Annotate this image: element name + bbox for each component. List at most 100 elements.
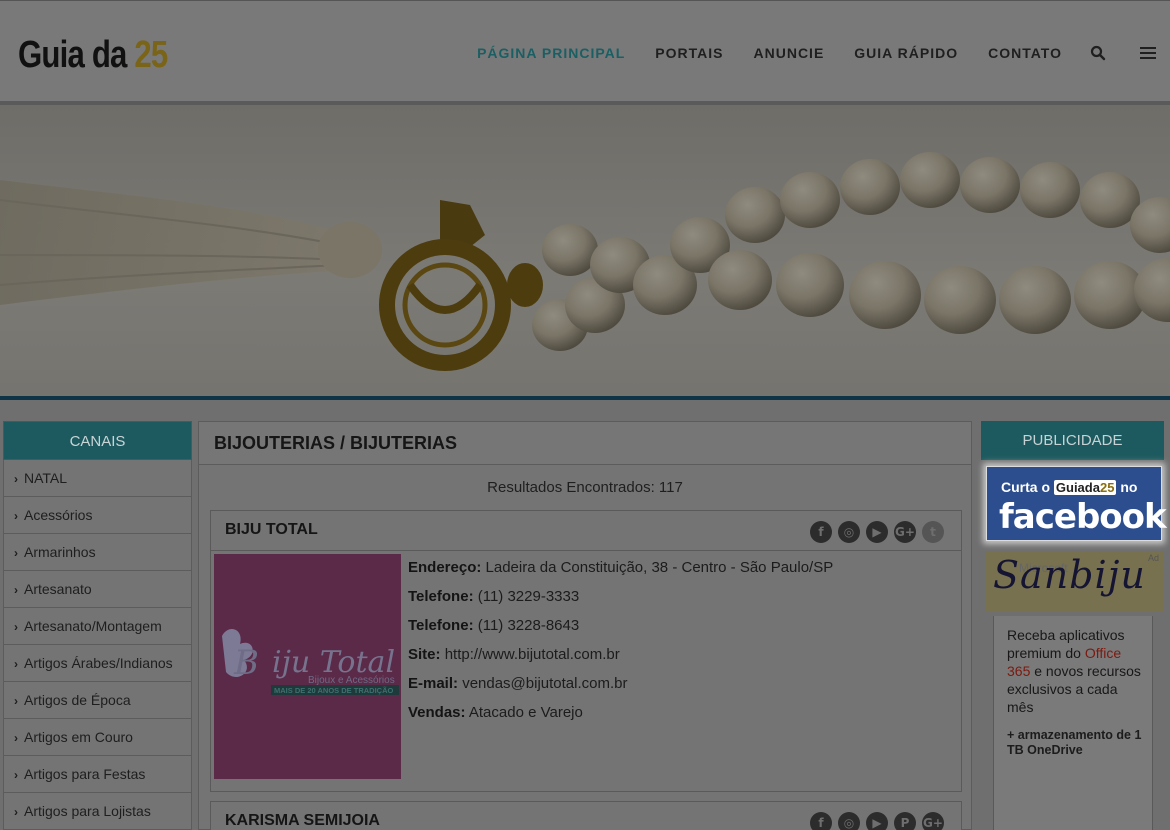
pearl-necklace-image xyxy=(0,105,1170,396)
chevron-right-icon: › xyxy=(14,657,18,671)
sidebar-item-artigos-festas[interactable]: › Artigos para Festas xyxy=(3,756,192,793)
site-header: Guia da 25 PÁGINA PRINCIPAL PORTAIS ANUN… xyxy=(0,0,1170,101)
chevron-right-icon: › xyxy=(14,472,18,486)
chevron-right-icon: › xyxy=(14,768,18,782)
sidebar-item-artesanato[interactable]: › Artesanato xyxy=(3,571,192,608)
facebook-icon[interactable]: f xyxy=(810,521,832,543)
search-icon[interactable] xyxy=(1090,45,1106,61)
banner-brand: Guiada25 xyxy=(1053,480,1117,495)
office-ad-text: Receba aplicativos premium do Office 365… xyxy=(1007,626,1147,716)
instagram-icon[interactable]: ◎ xyxy=(838,521,860,543)
advertising-title: PUBLICIDADE xyxy=(981,421,1164,460)
sidebar-item-natal[interactable]: › NATAL xyxy=(3,460,192,497)
sidebar-item-artigos-lojistas[interactable]: › Artigos para Lojistas xyxy=(3,793,192,830)
sidebar-item-label: Artigos para Festas xyxy=(24,766,146,782)
field-label: Endereço: xyxy=(408,559,482,576)
nav-pagina-principal[interactable]: PÁGINA PRINCIPAL xyxy=(477,45,625,61)
listing-panel: BIJOUTERIAS / BIJUTERIAS Resultados Enco… xyxy=(198,421,972,830)
instagram-icon[interactable]: ◎ xyxy=(838,812,860,830)
field-label: Site: xyxy=(408,646,441,663)
field-label: Vendas: xyxy=(408,704,466,721)
pinterest-icon[interactable]: P xyxy=(894,812,916,830)
chevron-right-icon: › xyxy=(14,583,18,597)
google-plus-icon[interactable]: G+ xyxy=(922,812,944,830)
facebook-banner[interactable]: Curta o Guiada25 no facebook xyxy=(986,466,1167,541)
sidebar-item-artesanato-montagem[interactable]: › Artesanato/Montagem xyxy=(3,608,192,645)
field-label: Telefone: xyxy=(408,617,474,634)
site-logo[interactable]: Guia da 25 xyxy=(18,34,168,77)
site-row: Site: http://www.bijutotal.com.br xyxy=(408,646,833,675)
advertising-sidebar: PUBLICIDADE Curta o Guiada25 no facebook… xyxy=(981,421,1167,830)
phone-value[interactable]: (11) 3229-3333 xyxy=(478,588,579,605)
email-link[interactable]: vendas@bijutotal.com.br xyxy=(462,675,627,692)
logo-text: Guia da xyxy=(18,34,127,76)
youtube-icon[interactable]: ▶ xyxy=(866,521,888,543)
office-ad-storage: + armazenamento de 1 TB OneDrive xyxy=(1007,728,1142,757)
sidebar-item-label: Artigos Árabes/Indianos xyxy=(24,655,173,671)
listing-details: Endereço: Ladeira da Constituição, 38 - … xyxy=(408,559,833,733)
logo-subtitle: Bijoux e Acessórios xyxy=(308,675,395,686)
listing-header: BIJU TOTAL f ◎ ▶ G+ t xyxy=(211,511,961,551)
logo-brand-initial: B xyxy=(233,643,259,683)
sidebar-item-artigos-epoca[interactable]: › Artigos de Época xyxy=(3,682,192,719)
facebook-banner-caption: Curta o Guiada25 no xyxy=(1001,479,1137,495)
page-title: BIJOUTERIAS / BIJUTERIAS xyxy=(199,422,971,465)
banner-pre: Curta o xyxy=(1001,479,1050,495)
logo-tagline: MAIS DE 20 ANOS DE TRADIÇÃO xyxy=(274,686,393,695)
chevron-right-icon: › xyxy=(14,731,18,745)
nav-portais[interactable]: PORTAIS xyxy=(655,45,723,61)
phone-value[interactable]: (11) 3228-8643 xyxy=(478,617,579,634)
listing-logo-image[interactable]: B iju Total Bijoux e Acessórios MAIS DE … xyxy=(214,554,401,779)
nav-contato[interactable]: CONTATO xyxy=(988,45,1062,61)
sidebar-item-label: Artigos em Couro xyxy=(24,729,133,745)
banner-post: no xyxy=(1120,479,1138,495)
facebook-wordmark: facebook xyxy=(999,497,1167,537)
sidebar-item-label: Artesanato xyxy=(24,581,92,597)
sidebar-item-acessorios[interactable]: › Acessórios xyxy=(3,497,192,534)
nav-anuncie[interactable]: ANUNCIE xyxy=(754,45,825,61)
sales-value: Atacado e Varejo xyxy=(468,704,583,721)
facebook-icon[interactable]: f xyxy=(810,812,832,830)
site-link[interactable]: http://www.bijutotal.com.br xyxy=(445,646,620,663)
menu-icon[interactable] xyxy=(1140,46,1156,60)
youtube-icon[interactable]: ▶ xyxy=(866,812,888,830)
sidebar-item-label: Armarinhos xyxy=(24,544,96,560)
sidebar-item-label: Artesanato/Montagem xyxy=(24,618,162,634)
sidebar-item-artigos-arabes[interactable]: › Artigos Árabes/Indianos xyxy=(3,645,192,682)
email-row: E-mail: vendas@bijutotal.com.br xyxy=(408,675,833,704)
chevron-right-icon: › xyxy=(14,620,18,634)
hero-banner-image xyxy=(0,105,1170,396)
twitter-icon[interactable]: t xyxy=(922,521,944,543)
sidebar-title: CANAIS xyxy=(3,421,192,460)
sanbiju-ad[interactable]: Microsoft Sanbiju Ad xyxy=(985,551,1163,611)
banner-brand-text: Guiada xyxy=(1055,480,1100,495)
social-links: f ◎ ▶ G+ t xyxy=(804,521,944,543)
sidebar-item-label: Artigos para Lojistas xyxy=(24,803,151,819)
chevron-right-icon: › xyxy=(14,805,18,819)
address-row: Endereço: Ladeira da Constituição, 38 - … xyxy=(408,559,833,588)
sidebar-item-armarinhos[interactable]: › Armarinhos xyxy=(3,534,192,571)
results-count: Resultados Encontrados: 117 xyxy=(487,479,683,496)
chevron-right-icon: › xyxy=(14,509,18,523)
channels-sidebar: CANAIS › NATAL › Acessórios › Armarinhos › A… xyxy=(3,421,192,830)
listing-header: KARISMA SEMIJOIA f ◎ ▶ P G+ xyxy=(211,802,961,830)
sidebar-item-label: Acessórios xyxy=(24,507,93,523)
field-label: E-mail: xyxy=(408,675,459,692)
sanbiju-wordmark: Sanbiju xyxy=(993,553,1146,597)
listing-name[interactable]: BIJU TOTAL xyxy=(225,521,318,538)
sales-row: Vendas: Atacado e Varejo xyxy=(408,704,833,733)
chevron-right-icon: › xyxy=(14,546,18,560)
sidebar-item-label: Artigos de Época xyxy=(24,692,131,708)
sidebar-item-artigos-couro[interactable]: › Artigos em Couro xyxy=(3,719,192,756)
banner-brand-num: 25 xyxy=(1099,480,1115,495)
phone-row: Telefone: (11) 3229-3333 xyxy=(408,588,833,617)
listing-name[interactable]: KARISMA SEMIJOIA xyxy=(225,812,380,829)
social-links: f ◎ ▶ P G+ xyxy=(804,812,944,830)
nav-guia-rapido[interactable]: GUIA RÁPIDO xyxy=(854,45,958,61)
office-365-ad[interactable]: Receba aplicativos premium do Office 365… xyxy=(993,616,1153,830)
chevron-right-icon: › xyxy=(14,694,18,708)
listing-card: BIJU TOTAL f ◎ ▶ G+ t B iju Total Bijoux… xyxy=(210,510,962,792)
google-plus-icon[interactable]: G+ xyxy=(894,521,916,543)
sidebar-item-label: NATAL xyxy=(24,470,68,486)
main-nav: PÁGINA PRINCIPAL PORTAIS ANUNCIE GUIA RÁ… xyxy=(477,43,1170,63)
